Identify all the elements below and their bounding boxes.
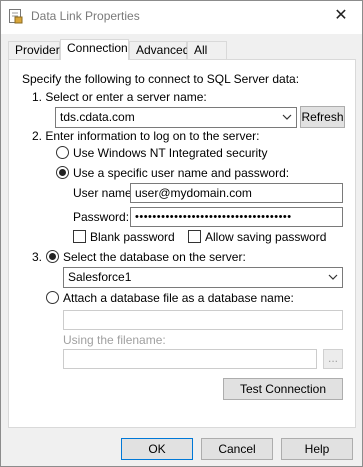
server-name-combo[interactable]: tds.cdata.com xyxy=(55,107,297,128)
cancel-button[interactable]: Cancel xyxy=(201,438,273,460)
connection-panel: Specify the following to connect to SQL … xyxy=(8,59,356,428)
password-label: Password: xyxy=(73,210,130,224)
close-icon[interactable]: ✕ xyxy=(328,4,354,28)
tab-all[interactable]: All xyxy=(187,41,227,59)
tab-strip: Provider Connection Advanced All xyxy=(8,39,358,60)
radio-nt-security-label: Use Windows NT Integrated security xyxy=(73,146,268,160)
password-input[interactable]: •••••••••••••••••••••••••••••••••••• xyxy=(130,207,343,227)
filename-input[interactable] xyxy=(63,349,317,369)
allow-saving-password-label: Allow saving password xyxy=(205,230,327,244)
refresh-button[interactable]: Refresh xyxy=(300,106,345,128)
database-combo[interactable]: Salesforce1 xyxy=(63,267,343,288)
radio-attach-database[interactable] xyxy=(46,291,59,304)
radio-nt-security[interactable] xyxy=(56,146,69,159)
title-bar: Data Link Properties ✕ xyxy=(1,1,362,34)
step2-label: 2. Enter information to log on to the se… xyxy=(32,129,260,143)
tab-connection[interactable]: Connection xyxy=(60,39,129,60)
username-label: User name: xyxy=(73,186,136,200)
allow-saving-password-checkbox[interactable] xyxy=(188,230,201,243)
intro-text: Specify the following to connect to SQL … xyxy=(22,72,300,86)
ok-button[interactable]: OK xyxy=(121,438,193,460)
server-name-value: tds.cdata.com xyxy=(60,110,135,124)
radio-selected-dot xyxy=(59,169,66,176)
attach-database-name-input[interactable] xyxy=(63,310,343,330)
radio-specific-user-label: Use a specific user name and password: xyxy=(73,166,290,180)
username-input[interactable]: user@mydomain.com xyxy=(130,183,343,203)
radio-selected-dot xyxy=(49,253,56,260)
chevron-down-icon[interactable] xyxy=(281,108,293,127)
data-link-icon xyxy=(9,9,23,24)
radio-select-database-label: Select the database on the server: xyxy=(63,250,246,264)
blank-password-label: Blank password xyxy=(90,230,175,244)
radio-specific-user[interactable] xyxy=(56,166,69,179)
test-connection-button[interactable]: Test Connection xyxy=(223,378,343,400)
help-button[interactable]: Help xyxy=(281,438,353,460)
tab-advanced[interactable]: Advanced xyxy=(129,41,189,59)
step3-number: 3. xyxy=(32,250,43,264)
step1-label: 1. Select or enter a server name: xyxy=(32,90,207,104)
chevron-down-icon[interactable] xyxy=(327,268,339,287)
blank-password-checkbox[interactable] xyxy=(73,230,86,243)
radio-attach-database-label: Attach a database file as a database nam… xyxy=(63,291,294,305)
radio-select-database[interactable] xyxy=(46,250,59,263)
using-filename-label: Using the filename: xyxy=(63,333,166,347)
browse-button[interactable]: ... xyxy=(323,349,343,369)
dialog-window: Data Link Properties ✕ Provider Connecti… xyxy=(0,0,363,467)
window-title: Data Link Properties xyxy=(31,9,140,23)
tab-provider[interactable]: Provider xyxy=(8,41,60,59)
database-value: Salesforce1 xyxy=(68,270,132,284)
